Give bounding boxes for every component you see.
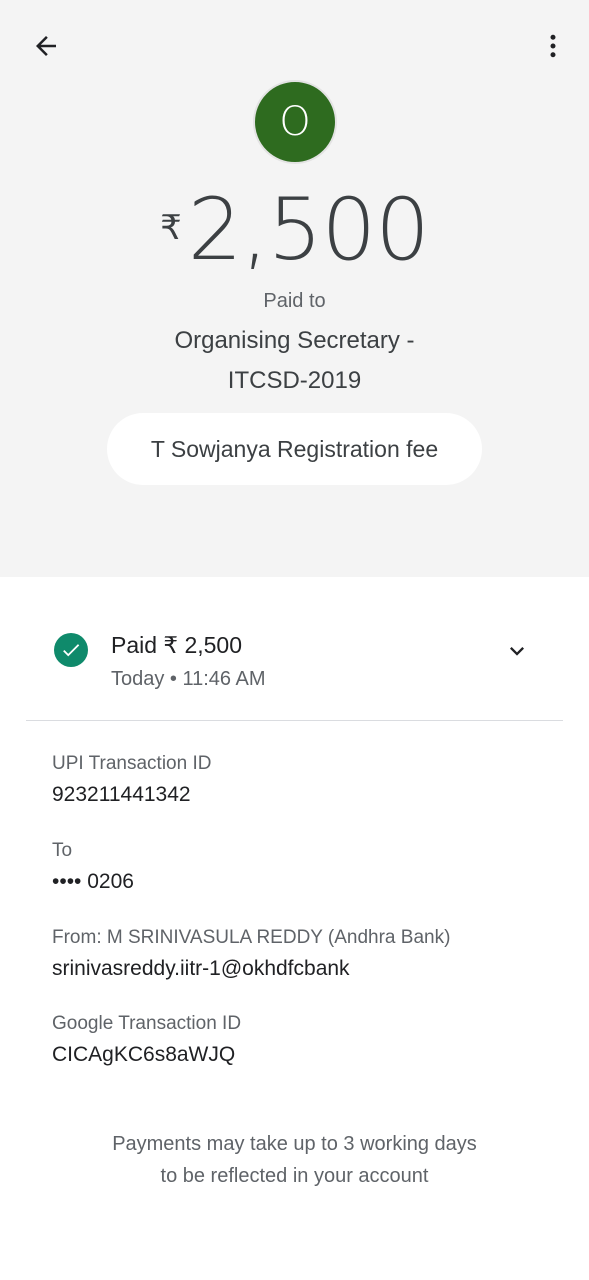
chevron-down-icon [510, 647, 524, 656]
paid-to-label: Paid to [263, 290, 326, 312]
to-label: To [52, 840, 73, 861]
footer-line1: Payments may take up to 3 working days [112, 1133, 477, 1155]
recipient-account: To •••• 0206 [52, 839, 134, 896]
footer-line2: to be reflected in your account [160, 1165, 429, 1187]
payment-summary-header: O ₹ 2,500 Paid to Organising Secretary -… [0, 0, 589, 577]
rupee-symbol: ₹ [160, 208, 182, 248]
payee-name: Organising Secretary - ITCSD-2019 [0, 321, 589, 401]
status-title: Paid ₹ 2,500 [111, 632, 243, 658]
upi-transaction-id-value[interactable]: 923211441342 [52, 781, 211, 809]
check-circle-icon [54, 633, 88, 667]
expand-details-button[interactable] [500, 634, 534, 668]
google-transaction-id-label: Google Transaction ID [52, 1013, 242, 1034]
avatar-letter: O [279, 99, 311, 145]
upi-transaction-id: UPI Transaction ID 923211441342 [52, 752, 211, 809]
payee-avatar: O [253, 80, 337, 164]
arrow-back-icon [36, 36, 56, 56]
payee-name-line2: ITCSD-2019 [227, 367, 362, 394]
google-transaction-id: Google Transaction ID CICAgKC6s8aWJQ [52, 1012, 241, 1069]
amount-value: 2,500 [187, 180, 430, 280]
payee-name-line1: Organising Secretary - [174, 327, 415, 354]
back-button[interactable] [26, 26, 66, 66]
more-vert-icon [550, 34, 556, 58]
from-label: From: M SRINIVASULA REDDY (Andhra Bank) [52, 927, 451, 948]
status-time: Today • 11:46 AM [111, 668, 266, 690]
payment-status-row[interactable]: Paid ₹ 2,500 Today • 11:46 AM [0, 622, 589, 702]
google-transaction-id-value[interactable]: CICAgKC6s8aWJQ [52, 1041, 241, 1069]
upi-transaction-id-label: UPI Transaction ID [52, 753, 212, 774]
divider [26, 720, 563, 721]
payment-amount: ₹ 2,500 [0, 180, 589, 280]
processing-time-note: Payments may take up to 3 working days t… [0, 1128, 589, 1192]
payment-note: T Sowjanya Registration fee [107, 413, 482, 485]
sender-account: From: M SRINIVASULA REDDY (Andhra Bank) … [52, 926, 450, 983]
more-options-button[interactable] [533, 26, 573, 66]
to-value: •••• 0206 [52, 870, 134, 893]
from-value[interactable]: srinivasreddy.iitr-1@okhdfcbank [52, 955, 450, 983]
